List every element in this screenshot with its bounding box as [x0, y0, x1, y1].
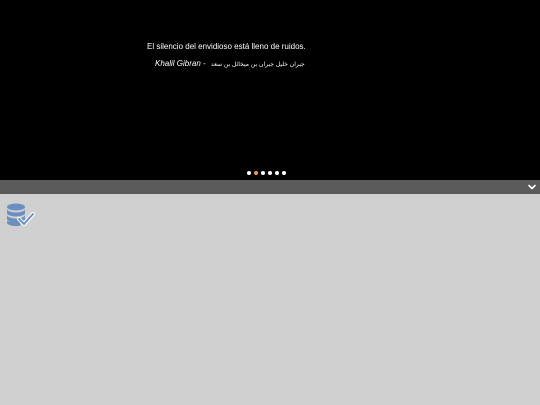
author-name-arabic: جبران خليل جبران بن ميخائل بن سعد — [210, 61, 305, 68]
content-area — [0, 194, 540, 405]
toggle-bar — [0, 180, 540, 194]
slider-dot-2[interactable] — [254, 171, 258, 175]
chevron-down-icon[interactable] — [527, 182, 537, 192]
author-name: Khalil Gibran - — [155, 59, 208, 68]
slider-pagination — [247, 171, 286, 175]
slider-dot-6[interactable] — [282, 171, 286, 175]
quote-text: El silencio del envidioso está lleno de … — [147, 42, 306, 51]
slider-dot-5[interactable] — [275, 171, 279, 175]
slider-dot-3[interactable] — [261, 171, 265, 175]
database-check-icon[interactable] — [5, 202, 35, 228]
quote-slider: El silencio del envidioso está lleno de … — [0, 0, 540, 180]
slider-dot-1[interactable] — [247, 171, 251, 175]
quote-author: Khalil Gibran - جبران خليل جبران بن ميخا… — [155, 59, 305, 70]
slider-dot-4[interactable] — [268, 171, 272, 175]
